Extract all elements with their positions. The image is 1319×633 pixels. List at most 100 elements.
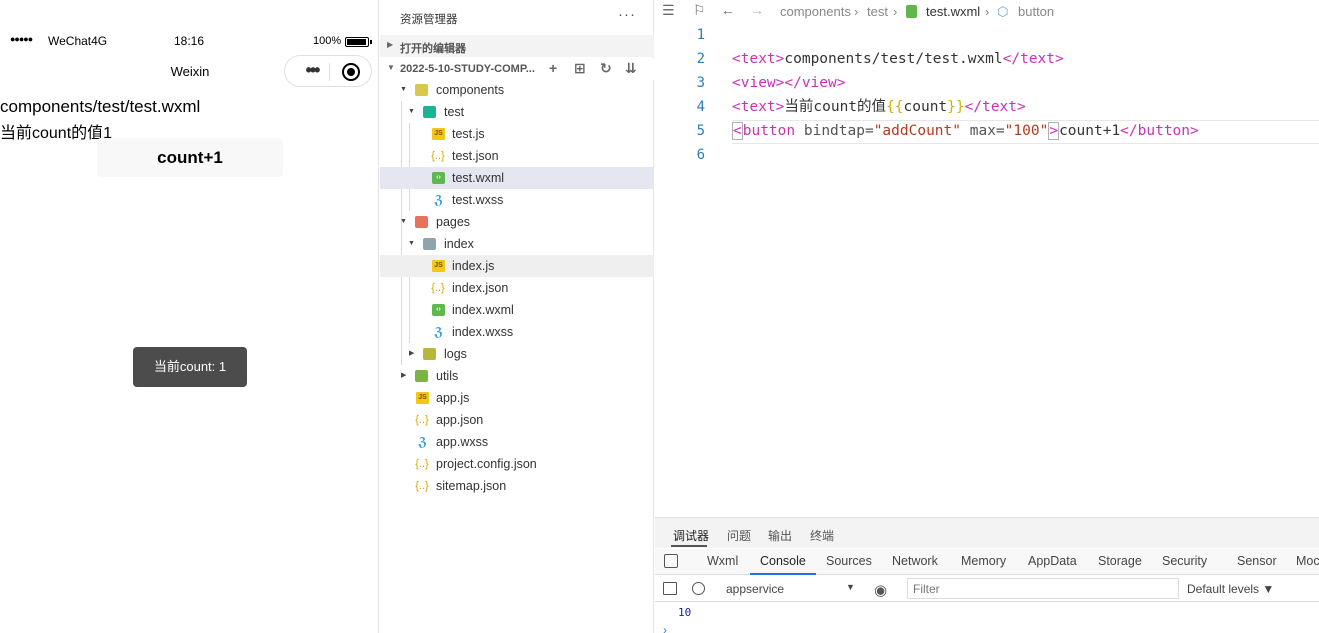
tab-console[interactable]: Console [760, 554, 806, 568]
chevron-down-icon: ▼ [408, 108, 415, 115]
console-prompt[interactable]: › [663, 623, 667, 633]
tab-storage[interactable]: Storage [1098, 554, 1142, 568]
more-icon[interactable]: ••• [295, 60, 329, 80]
active-tab-indicator [671, 545, 707, 547]
tree-item-utils[interactable]: ▶ utils [380, 365, 654, 387]
tree-item-test-wxss[interactable]: ℨ test.wxss [380, 189, 654, 211]
nav-title: Weixin [170, 64, 210, 79]
refresh-icon[interactable]: ↻ [600, 60, 612, 77]
json-file-icon: {..} [415, 458, 429, 470]
project-section[interactable]: ▼ 2022-5-10-STUDY-COMP... + ⊞ ↻ ⇊ [380, 58, 654, 80]
tab-sensor[interactable]: Sensor [1237, 554, 1277, 568]
tree-item-index-wxml[interactable]: ‹› index.wxml [380, 299, 654, 321]
tree-item-app-json[interactable]: {..} app.json [380, 409, 654, 431]
tree-item-test-json[interactable]: {..} test.json [380, 145, 654, 167]
tree-item-pages[interactable]: ▼ pages [380, 211, 654, 233]
chevron-right-icon: ▶ [387, 40, 394, 49]
breadcrumb-button[interactable]: button [1018, 4, 1054, 19]
clear-console-icon[interactable] [692, 582, 705, 595]
tree-item-label: index.wxss [452, 325, 514, 339]
code-line-2[interactable]: <text>components/test/test.wxml</text> [732, 48, 1319, 72]
folder-icon [423, 106, 436, 118]
tree-item-sitemap[interactable]: {..} sitemap.json [380, 475, 654, 497]
tree-item-app-js[interactable]: JS app.js [380, 387, 654, 409]
tab-security[interactable]: Security [1162, 554, 1207, 568]
line-number: 4 [696, 99, 705, 115]
code-editor[interactable]: ☰ ⚐ ← → components › test › test.wxml › … [655, 0, 1319, 517]
tab-appdata[interactable]: AppData [1028, 554, 1077, 568]
new-file-icon[interactable]: + [549, 60, 557, 76]
tree-item-index-folder[interactable]: ▼ index [380, 233, 654, 255]
tree-item-test-folder[interactable]: ▼ test [380, 101, 654, 123]
code-area[interactable]: <text>components/test/test.wxml</text> <… [732, 24, 1319, 168]
tab-wxml[interactable]: Wxml [707, 554, 738, 568]
code-line-6[interactable] [732, 144, 1319, 168]
eye-icon[interactable]: ◉ [874, 581, 887, 599]
more-actions-icon[interactable]: ··· [618, 6, 636, 23]
tree-item-label: app.json [436, 413, 484, 427]
tree-item-project-config[interactable]: {..} project.config.json [380, 453, 654, 475]
code-line-4[interactable]: <text>当前count的值{{count}}</text> [732, 96, 1319, 120]
breadcrumb: ☰ ⚐ ← → components › test › test.wxml › … [655, 0, 1319, 24]
page-text-path: components/test/test.wxml [0, 97, 201, 116]
tab-network[interactable]: Network [892, 554, 938, 568]
bookmark-icon[interactable]: ⚐ [693, 2, 706, 19]
console-log-entry: 10 [678, 606, 692, 619]
breadcrumb-file[interactable]: test.wxml [926, 4, 980, 19]
folder-icon [423, 348, 436, 360]
code-line-1[interactable] [732, 24, 1319, 48]
battery-icon [345, 37, 372, 47]
forward-arrow-icon[interactable]: → [750, 2, 764, 18]
filter-input[interactable]: Filter [907, 578, 1179, 599]
sidebar-toggle-icon[interactable] [663, 582, 677, 595]
tab-debugger[interactable]: 调试器 [673, 527, 709, 544]
code-line-3[interactable]: <view></view> [732, 72, 1319, 96]
wxss-file-icon: ℨ [433, 325, 444, 339]
tab-memory[interactable]: Memory [961, 554, 1006, 568]
tab-output[interactable]: 输出 [768, 527, 792, 544]
explorer-panel: 资源管理器 ··· ▶ 打开的编辑器 ▼ 2022-5-10-STUDY-COM… [380, 0, 654, 633]
toast-message: 当前count: 1 [133, 347, 247, 387]
new-folder-icon[interactable]: ⊞ [574, 60, 586, 77]
inspect-element-icon[interactable] [664, 554, 678, 568]
breadcrumb-components[interactable]: components [780, 4, 851, 19]
tree-item-label: test.wxml [452, 171, 505, 185]
count-plus-button[interactable]: count+1 [97, 138, 283, 177]
tab-sources[interactable]: Sources [826, 554, 872, 568]
tree-item-index-js[interactable]: JS index.js [380, 255, 654, 277]
breadcrumb-test[interactable]: test [867, 4, 888, 19]
tree-item-index-wxss[interactable]: ℨ index.wxss [380, 321, 654, 343]
tree-item-components[interactable]: ▼ components [380, 79, 654, 101]
tree-item-test-js[interactable]: JS test.js [380, 123, 654, 145]
phone-status-bar: ●●●●● WeChat4G 18:16 100% [0, 32, 379, 50]
collapse-all-icon[interactable]: ⇊ [625, 60, 637, 77]
chevron-down-icon: ▼ [400, 218, 407, 225]
tree-item-logs[interactable]: ▶ logs [380, 343, 654, 365]
tree-item-label: app.js [436, 391, 470, 405]
chevron-down-icon[interactable]: ▼ [846, 582, 855, 592]
log-levels-dropdown[interactable]: Default levels ▼ [1187, 582, 1274, 596]
list-icon[interactable]: ☰ [662, 2, 675, 19]
tab-terminal[interactable]: 终端 [810, 527, 834, 544]
tree-item-test-wxml[interactable]: ‹› test.wxml [380, 167, 654, 189]
tab-problems[interactable]: 问题 [727, 527, 751, 544]
open-editors-section[interactable]: ▶ 打开的编辑器 [380, 35, 654, 57]
chevron-down-icon: ▼ [400, 86, 407, 93]
context-selector[interactable]: appservice [726, 582, 784, 596]
tree-item-label: test.json [452, 149, 499, 163]
simulator-panel: ●●●●● WeChat4G 18:16 100% Weixin ••• com… [0, 0, 379, 633]
code-token: count+1 [1059, 123, 1121, 139]
wxml-file-icon: ‹› [432, 172, 445, 184]
tree-item-app-wxss[interactable]: ℨ app.wxss [380, 431, 654, 453]
tab-mock[interactable]: Moc [1296, 554, 1319, 568]
devtools-tabs: Wxml Console Sources Network Memory AppD… [655, 549, 1319, 575]
tree-item-index-json[interactable]: {..} index.json [380, 277, 654, 299]
code-line-5[interactable]: <button bindtap="addCount" max="100">cou… [732, 120, 1319, 144]
back-arrow-icon[interactable]: ← [721, 2, 735, 18]
tree-item-label: index.js [452, 259, 495, 273]
debug-panel: 调试器 问题 输出 终端 Wxml Console Sources Networ… [655, 517, 1319, 633]
folder-icon [423, 238, 436, 250]
close-miniprogram-icon[interactable] [342, 63, 360, 81]
capsule-menu[interactable]: ••• [284, 55, 372, 87]
signal-icon: ●●●●● [10, 34, 33, 44]
